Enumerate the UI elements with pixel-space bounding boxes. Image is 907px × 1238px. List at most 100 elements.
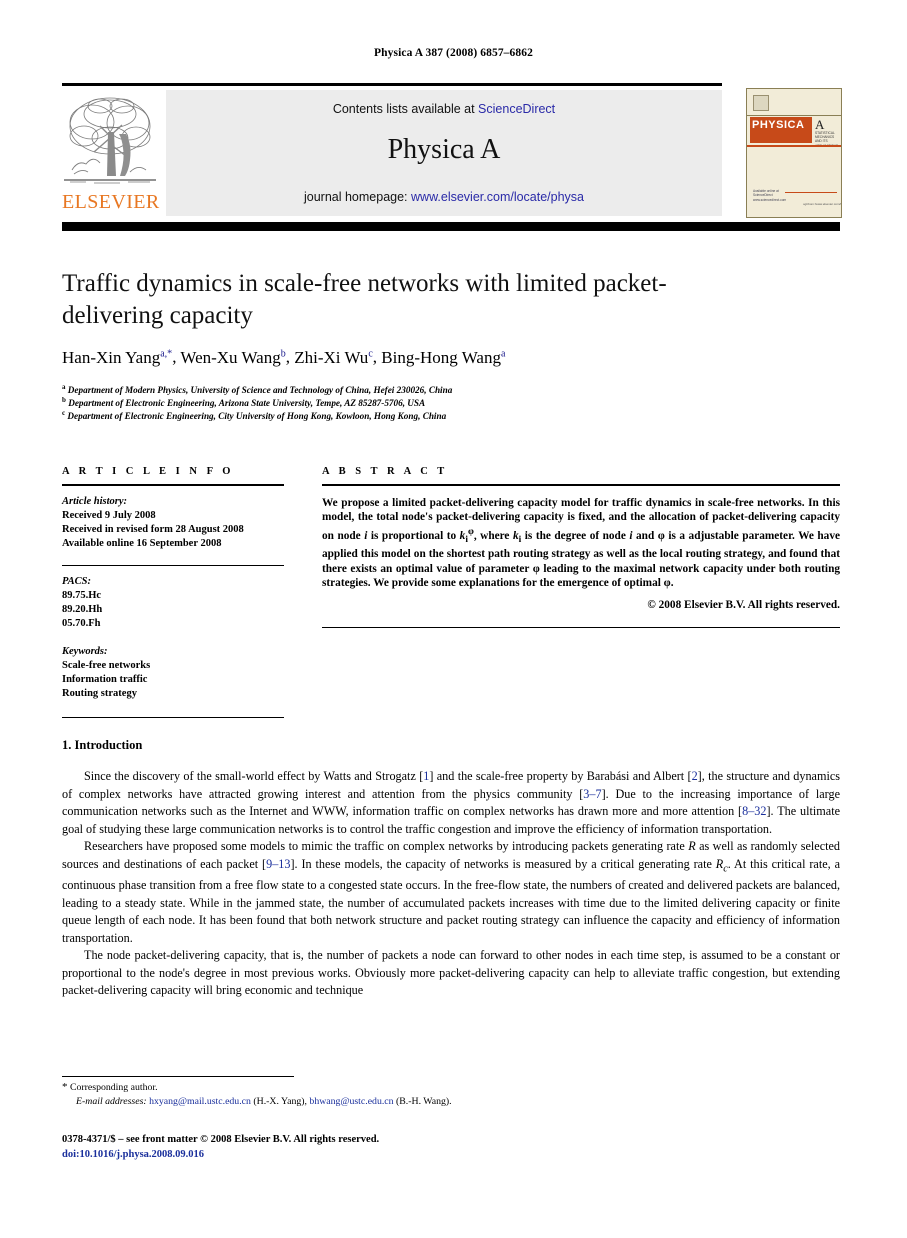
pacs-item: 05.70.Fh: [62, 617, 101, 629]
article-info-rule: [62, 484, 284, 486]
abstract-text: We propose a limited packet-delivering c…: [322, 496, 840, 592]
affiliation-mark: a: [62, 383, 66, 391]
footnote-block: * Corresponding author. E-mail addresses…: [62, 1081, 762, 1108]
cover-accent-band: [747, 145, 841, 147]
abstract-heading: A B S T R A C T: [322, 466, 448, 477]
citation-link[interactable]: 9–13: [266, 857, 290, 871]
journal-header-band: ELSEVIER Contents lists available at Sci…: [62, 90, 722, 216]
pacs-label: PACS:: [62, 575, 91, 587]
body-paragraph: The node packet-delivering capacity, tha…: [62, 947, 840, 1000]
header-top-rule: [62, 83, 722, 86]
abstract-rule: [322, 484, 840, 486]
info-bottom-rule: [62, 716, 284, 718]
email-link-1[interactable]: hxyang@mail.ustc.edu.cn: [149, 1096, 251, 1107]
cover-sciencedirect-note: Available online at ScienceDirect www.sc…: [753, 189, 789, 202]
article-info-heading: A R T I C L E I N F O: [62, 466, 234, 477]
email-link-2[interactable]: bhwang@ustc.edu.cn: [309, 1096, 393, 1107]
pacs-item: 89.75.Hc: [62, 589, 102, 601]
corresponding-author-mark: *: [62, 1081, 68, 1093]
abstract-column: A B S T R A C T We propose a limited pac…: [322, 466, 840, 629]
cover-logo-square-icon: [753, 95, 769, 111]
author: Han-Xin Yanga,*: [62, 348, 172, 367]
cover-top-rule: [747, 115, 841, 116]
elsevier-tree-icon: [64, 92, 156, 190]
keywords-label: Keywords:: [62, 645, 108, 657]
author-name: Zhi-Xi Wu: [294, 347, 369, 367]
body-span: Since the discovery of the small-world e…: [84, 769, 424, 783]
contents-available-line: Contents lists available at ScienceDirec…: [166, 102, 722, 116]
cover-sciencedirect-url: www.sciencedirect.com: [753, 197, 787, 202]
body-span: The node packet-delivering capacity, tha…: [62, 948, 840, 998]
journal-homepage-link[interactable]: www.elsevier.com/locate/physa: [411, 190, 584, 204]
body-paragraph: Researchers have proposed some models to…: [62, 838, 840, 947]
abstract-part-2: is proportional to: [367, 529, 460, 542]
journal-info-box: Contents lists available at ScienceDirec…: [166, 90, 722, 216]
article-info-column: A R T I C L E I N F O Article history: R…: [62, 466, 284, 718]
homepage-prefix: journal homepage:: [303, 190, 412, 204]
author-mark: a: [500, 348, 506, 359]
author-name: Han-Xin Yang: [62, 347, 161, 367]
article-history-item: Received in revised form 28 August 2008: [62, 523, 244, 535]
issn-line: 0378-4371/$ – see front matter © 2008 El…: [62, 1134, 380, 1145]
paper-page: Physica A 387 (2008) 6857–6862 ELSEVIER …: [0, 0, 907, 1238]
contents-prefix: Contents lists available at: [332, 102, 479, 116]
email-label: E-mail addresses:: [76, 1095, 147, 1107]
author: Zhi-Xi Wuc: [294, 348, 373, 367]
corresponding-author-text: Corresponding author.: [69, 1082, 158, 1093]
elsevier-logo: ELSEVIER: [62, 90, 159, 216]
math-variable: R: [688, 839, 696, 853]
keyword-item: Routing strategy: [62, 687, 137, 699]
cover-available-online: Available online at: [753, 189, 779, 193]
cover-footer-note: ogtrbom:/www.elsevier.com/locate/physa: [803, 202, 842, 206]
running-head: Physica A 387 (2008) 6857–6862: [374, 47, 533, 59]
header-divider-bar: [62, 222, 840, 231]
affiliation-mark: b: [62, 396, 66, 404]
footnote-rule: [62, 1076, 294, 1077]
sciencedirect-link[interactable]: ScienceDirect: [478, 102, 555, 116]
email-line: E-mail addresses: hxyang@mail.ustc.edu.c…: [62, 1095, 762, 1109]
author: Wen-Xu Wangb: [180, 348, 285, 367]
cover-masthead: PHYSICA: [750, 117, 812, 143]
abstract-bottom-rule: [322, 627, 840, 629]
abstract-part-3: , where: [473, 529, 513, 542]
affiliation: c Department of Electronic Engineering, …: [62, 407, 822, 423]
page-title: Traffic dynamics in scale-free networks …: [62, 270, 667, 329]
citation-link[interactable]: 3–7: [583, 787, 601, 801]
author-list: Han-Xin Yanga,*, Wen-Xu Wangb, Zhi-Xi Wu…: [62, 347, 506, 367]
section-title-introduction: 1. Introduction: [62, 738, 143, 752]
author-name: Bing-Hong Wang: [381, 347, 501, 367]
keyword-item: Scale-free networks: [62, 659, 151, 671]
body-text: Since the discovery of the small-world e…: [62, 768, 840, 1000]
author-name: Wen-Xu Wang: [180, 347, 281, 367]
article-history-item: Available online 16 September 2008: [62, 537, 222, 549]
pacs-block: PACS: 89.75.Hc 89.20.Hh 05.70.Fh: [62, 575, 284, 631]
affiliation-mark: c: [62, 409, 66, 417]
abstract-copyright: © 2008 Elsevier B.V. All rights reserved…: [647, 599, 840, 612]
affiliation-text: Department of Electronic Engineering, Ci…: [67, 411, 447, 422]
author-mark: a,*: [160, 348, 173, 359]
body-paragraph: Since the discovery of the small-world e…: [62, 768, 840, 838]
journal-title: Physica A: [387, 134, 501, 165]
author-mark: c: [368, 348, 373, 359]
citation-link[interactable]: 8–32: [742, 804, 766, 818]
cover-lower-rule: [785, 192, 837, 193]
keywords-block: Keywords: Scale-free networks Informatio…: [62, 645, 284, 701]
email-owner-2: (B.-H. Wang).: [393, 1095, 452, 1107]
imprint-block: 0378-4371/$ – see front matter © 2008 El…: [62, 1133, 762, 1162]
article-history-label: Article history:: [62, 495, 128, 507]
doi-link[interactable]: doi:10.1016/j.physa.2008.09.016: [62, 1148, 762, 1163]
article-history-item: Received 9 July 2008: [62, 509, 156, 521]
body-span: ]. In these models, the capacity of netw…: [290, 856, 716, 871]
journal-cover-thumbnail: PHYSICA A STATISTICAL MECHANICS AND ITS …: [746, 88, 842, 218]
body-span: Researchers have proposed some models to…: [84, 839, 689, 853]
abstract-part-4: is the degree of node: [521, 529, 630, 542]
keyword-item: Information traffic: [62, 673, 148, 685]
email-owner-1: (H.-X. Yang),: [250, 1095, 307, 1107]
pacs-rule: [62, 564, 284, 566]
body-span: ] and the scale-free property by Barabás…: [429, 769, 692, 783]
journal-homepage-line: journal homepage: www.elsevier.com/locat…: [166, 190, 722, 204]
cover-sciencedirect: ScienceDirect: [753, 193, 773, 198]
author: Bing-Hong Wanga: [381, 348, 505, 367]
pacs-item: 89.20.Hh: [62, 603, 103, 615]
author-mark: b: [280, 348, 286, 359]
